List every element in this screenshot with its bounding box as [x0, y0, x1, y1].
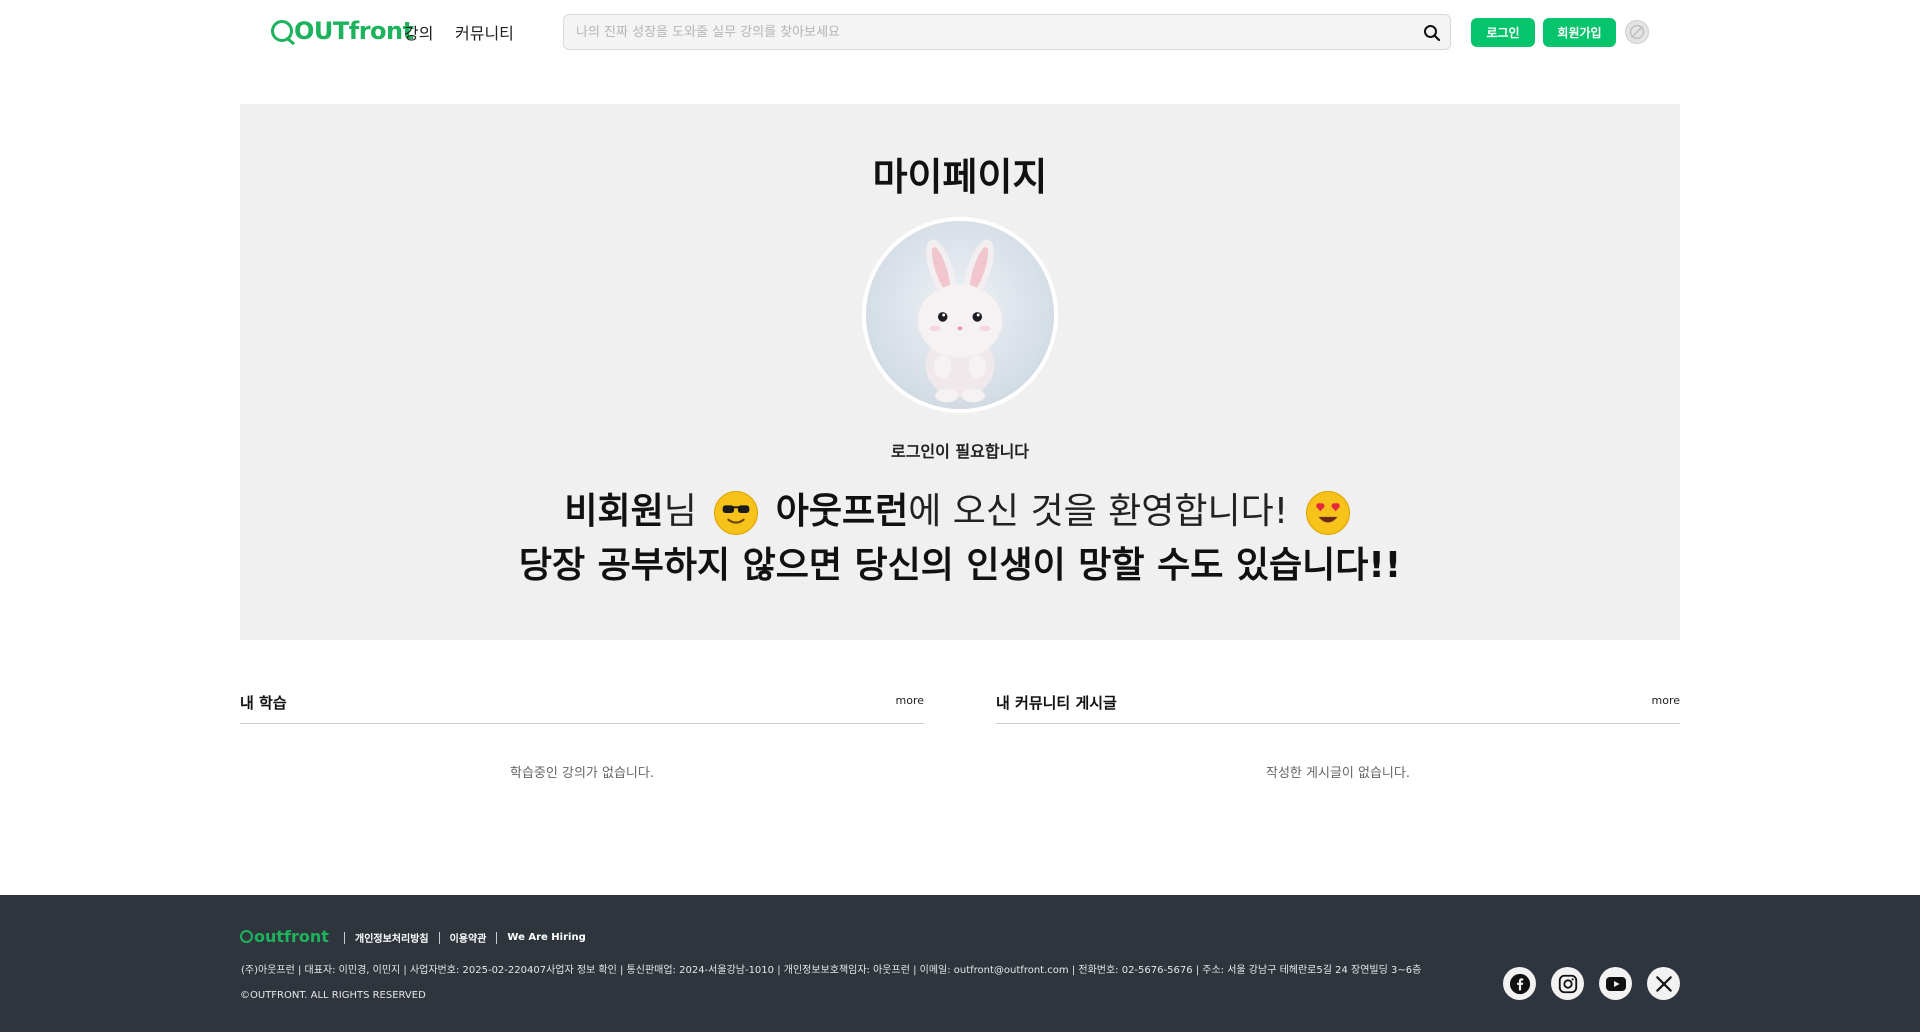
nav-community[interactable]: 커뮤니티	[455, 20, 514, 44]
sunglasses-emoji-icon	[714, 491, 759, 535]
login-button[interactable]: 로그인	[1471, 18, 1535, 47]
footer-logo[interactable]: outfront	[240, 927, 329, 946]
search-input[interactable]	[576, 15, 1396, 49]
logo[interactable]: OUTfront	[271, 17, 414, 45]
welcome-honorific: 님	[663, 491, 697, 532]
footer-logo-text: outfront	[254, 927, 329, 946]
x-icon[interactable]	[1647, 967, 1680, 1000]
footer: outfront 개인정보처리방침 이용약관 We Are Hiring (주)…	[0, 895, 1920, 1032]
signup-button[interactable]: 회원가입	[1543, 18, 1616, 47]
bunny-avatar-image	[866, 221, 1054, 409]
header: OUTfront 강의 커뮤니티 로그인 회원가입	[0, 0, 1920, 64]
facebook-icon[interactable]	[1503, 967, 1536, 1000]
learning-more-link[interactable]: more	[896, 694, 925, 707]
welcome-brand: 아웃프런	[775, 491, 909, 532]
footer-links: 개인정보처리방침 이용약관 We Are Hiring	[334, 930, 586, 945]
company-info: (주)아웃프런 | 대표자: 이민경, 이민지 | 사업자번호: 2025-02…	[241, 965, 1422, 976]
mypage-hero: 마이페이지 로그인이 필요합니다 비회원님 아웃프런에 오신 것을 환영합니다!…	[240, 104, 1680, 640]
page-title: 마이페이지	[872, 155, 1048, 199]
my-learning-section: 내 학습 more 학습중인 강의가 없습니다.	[240, 688, 924, 781]
footer-link-privacy[interactable]: 개인정보처리방침	[355, 930, 429, 945]
warning-message: 당장 공부하지 않으면 당신의 인생이 망할 수도 있습니다!!	[518, 545, 1402, 586]
section-header: 내 커뮤니티 게시글 more	[996, 688, 1680, 724]
youtube-icon[interactable]	[1599, 967, 1632, 1000]
community-empty-text: 작성한 게시글이 없습니다.	[1266, 766, 1410, 781]
learning-empty-text: 학습중인 강의가 없습니다.	[510, 766, 654, 781]
user-profile-icon[interactable]	[1625, 20, 1649, 44]
divider	[496, 931, 498, 944]
search-icon[interactable]	[1422, 23, 1442, 43]
community-more-link[interactable]: more	[1652, 694, 1681, 707]
copyright: ©OUTFRONT. ALL RIGHTS RESERVED	[240, 990, 426, 1001]
divider	[344, 931, 345, 944]
welcome-user: 비회원	[564, 491, 664, 532]
welcome-message: 비회원님 아웃프런에 오신 것을 환영합니다!	[240, 482, 1680, 535]
avatar	[862, 217, 1058, 413]
logo-mark-icon	[271, 20, 293, 42]
footer-link-hiring[interactable]: We Are Hiring	[507, 932, 585, 943]
my-community-section: 내 커뮤니티 게시글 more 작성한 게시글이 없습니다.	[996, 688, 1680, 781]
divider	[438, 931, 440, 944]
heart-eyes-emoji-icon	[1305, 491, 1350, 535]
footer-link-terms[interactable]: 이용약관	[450, 930, 487, 945]
section-header: 내 학습 more	[240, 688, 924, 724]
login-required-text: 로그인이 필요합니다	[890, 442, 1030, 461]
footer-logo-mark-icon	[240, 930, 253, 943]
section-title: 내 학습	[240, 694, 287, 712]
search-bar	[563, 14, 1451, 50]
logo-text: OUTfront	[294, 17, 414, 45]
section-title: 내 커뮤니티 게시글	[996, 694, 1117, 712]
instagram-icon[interactable]	[1551, 967, 1584, 1000]
welcome-tail: 에 오신 것을 환영합니다!	[908, 491, 1289, 532]
nav-lecture[interactable]: 강의	[404, 20, 433, 44]
